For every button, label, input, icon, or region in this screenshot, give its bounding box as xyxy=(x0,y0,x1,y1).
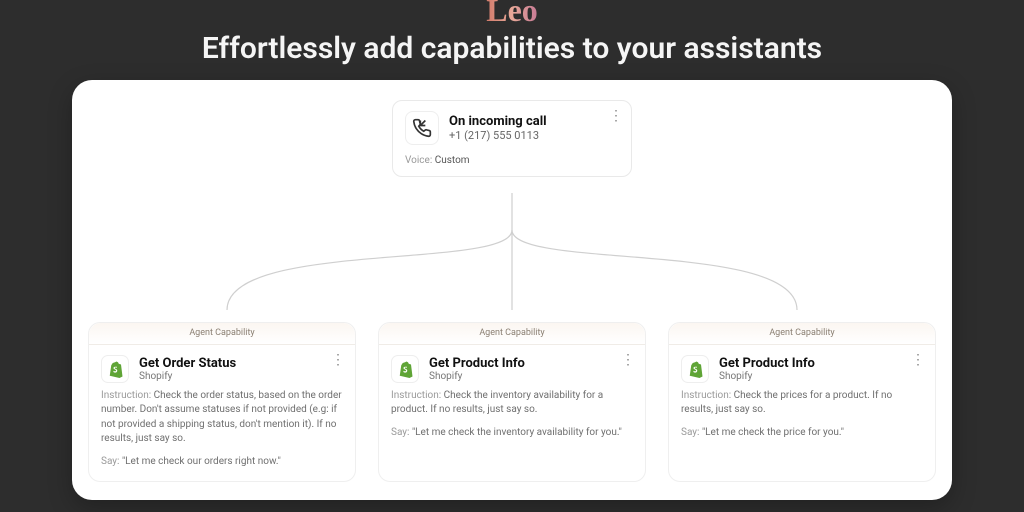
trigger-card[interactable]: On incoming call +1 (217) 555 0113 ⋮ Voi… xyxy=(392,100,632,177)
instruction-label: Instruction: xyxy=(101,390,151,401)
instruction-label: Instruction: xyxy=(681,390,731,401)
brand-logo: Leo xyxy=(486,0,538,29)
capability-card[interactable]: Agent Capability Get Product Info Shopif… xyxy=(378,322,646,483)
instruction-label: Instruction: xyxy=(391,390,441,401)
trigger-menu-button[interactable]: ⋮ xyxy=(609,111,623,121)
say-label: Say: xyxy=(391,427,409,438)
shopify-icon xyxy=(391,355,419,383)
incoming-call-icon xyxy=(405,111,439,145)
capability-title: Get Product Info xyxy=(429,356,525,371)
capability-provider: Shopify xyxy=(429,371,525,382)
capability-provider: Shopify xyxy=(719,371,815,382)
capability-menu-button[interactable]: ⋮ xyxy=(331,355,345,365)
say-text: "Let me check the inventory availability… xyxy=(412,427,622,438)
voice-label: Voice: xyxy=(405,155,432,166)
page-title: Effortlessly add capabilities to your as… xyxy=(202,31,822,66)
capability-tag: Agent Capability xyxy=(89,323,355,345)
capability-provider: Shopify xyxy=(139,371,236,382)
trigger-phone-number: +1 (217) 555 0113 xyxy=(449,129,547,142)
capability-card[interactable]: Agent Capability Get Order Status Shopif… xyxy=(88,322,356,483)
flow-canvas: On incoming call +1 (217) 555 0113 ⋮ Voi… xyxy=(72,80,952,500)
trigger-title: On incoming call xyxy=(449,114,547,129)
capability-card[interactable]: Agent Capability Get Product Info Shopif… xyxy=(668,322,936,483)
capability-tag: Agent Capability xyxy=(669,323,935,345)
voice-value: Custom xyxy=(435,155,470,166)
say-text: "Let me check the price for you." xyxy=(702,427,844,438)
capability-title: Get Product Info xyxy=(719,356,815,371)
shopify-icon xyxy=(681,355,709,383)
capability-tag: Agent Capability xyxy=(379,323,645,345)
say-text: "Let me check our orders right now." xyxy=(122,456,281,467)
shopify-icon xyxy=(101,355,129,383)
say-label: Say: xyxy=(101,456,119,467)
capability-title: Get Order Status xyxy=(139,356,236,371)
say-label: Say: xyxy=(681,427,699,438)
capability-menu-button[interactable]: ⋮ xyxy=(621,355,635,365)
voice-setting: Voice: Custom xyxy=(405,155,619,166)
capability-menu-button[interactable]: ⋮ xyxy=(911,355,925,365)
